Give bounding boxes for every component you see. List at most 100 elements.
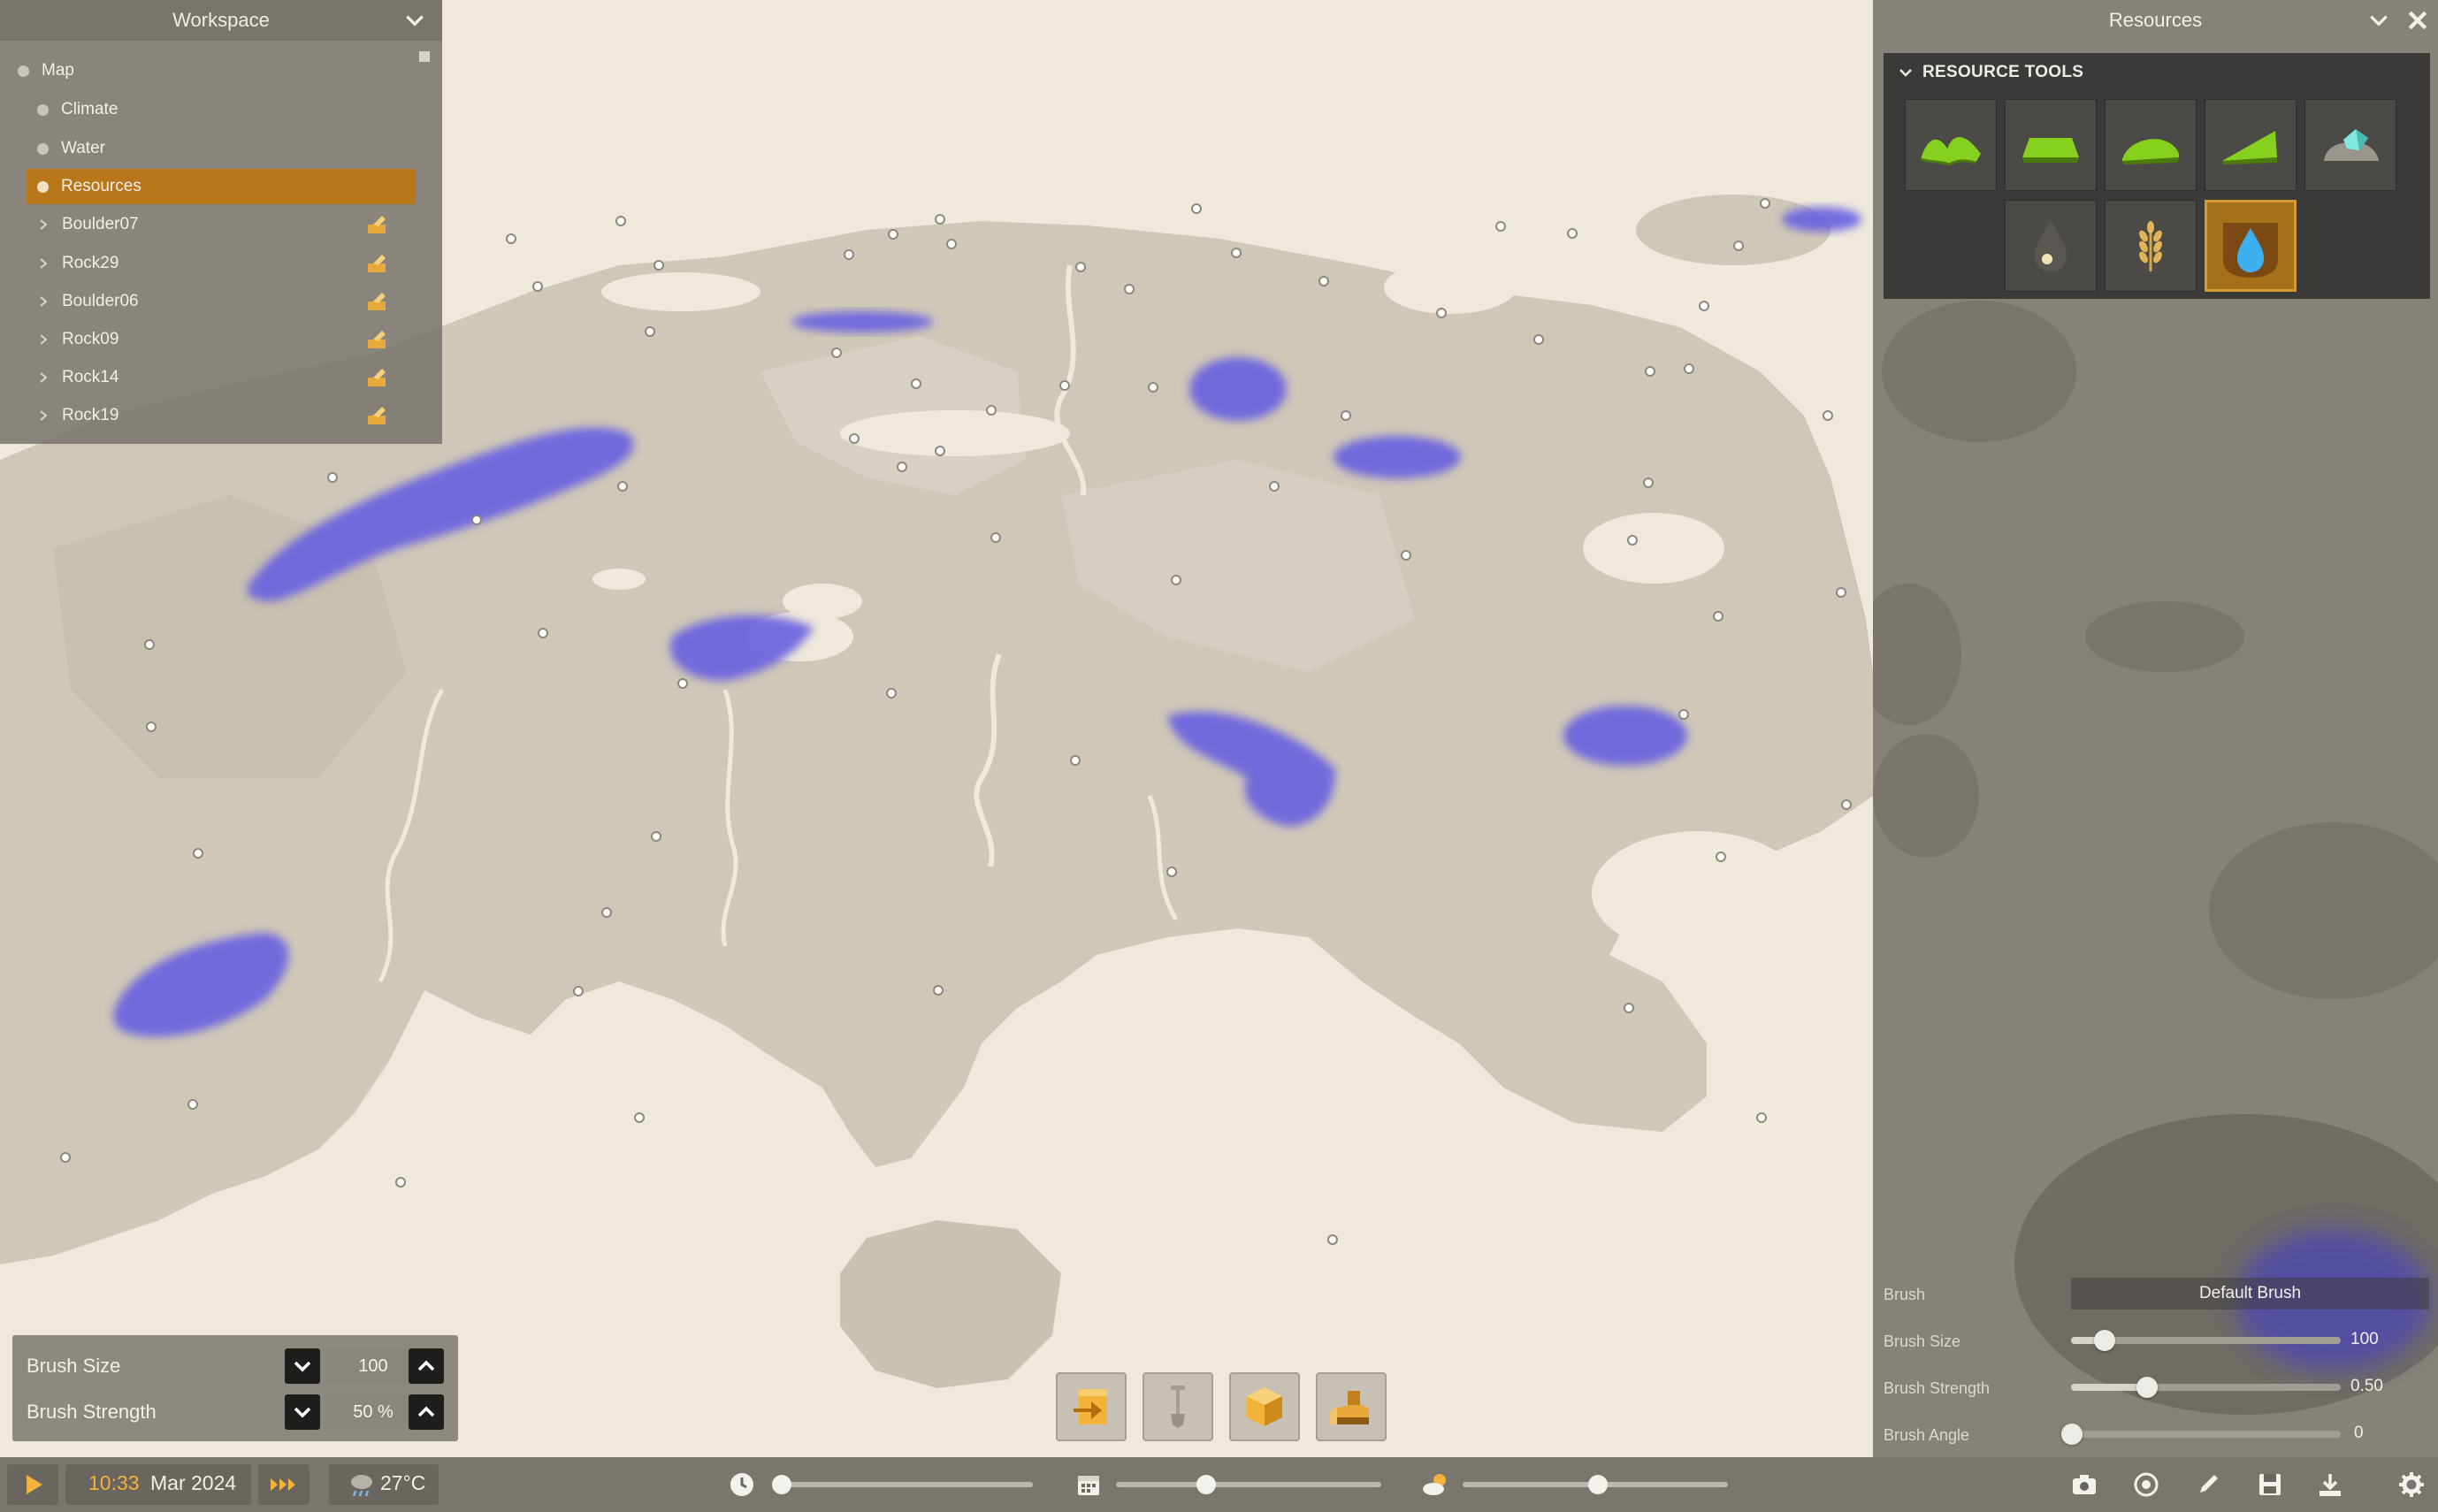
resources-title: Resources (2108, 9, 2203, 31)
brush-size-decrease-button[interactable] (285, 1348, 320, 1384)
tree-item-rock19[interactable]: Rock19 (37, 398, 426, 433)
download-icon[interactable] (2315, 1470, 2345, 1500)
brush-size-knob[interactable] (2093, 1330, 2115, 1351)
date-slider[interactable] (1116, 1475, 1381, 1494)
tree-item-label: Boulder06 (62, 292, 139, 310)
chevron-right-icon[interactable] (37, 257, 50, 270)
brush-size-slider[interactable] (2071, 1330, 2341, 1351)
tool-ore[interactable] (2304, 99, 2396, 191)
chevron-up-icon (417, 1360, 435, 1371)
tool-wheat[interactable] (2105, 200, 2197, 292)
tree-item-water[interactable]: Water (37, 131, 409, 166)
status-bar: 10:33 Mar 2024 27°C (0, 1457, 2438, 1512)
chevron-right-icon[interactable] (37, 333, 50, 346)
play-icon (27, 1475, 42, 1494)
play-button[interactable] (7, 1464, 58, 1505)
brush-size-label: Brush Size (27, 1355, 121, 1377)
tree-item-label: Boulder07 (62, 215, 139, 233)
tree-dot-icon (37, 103, 49, 116)
import-button[interactable] (1056, 1372, 1127, 1441)
chevron-right-icon[interactable] (37, 295, 50, 308)
fast-forward-button[interactable] (258, 1464, 310, 1505)
tree-item-boulder06[interactable]: Boulder06 (37, 284, 426, 319)
rock-tool-icon[interactable] (366, 253, 389, 274)
rock-tool-icon[interactable] (366, 367, 389, 388)
tree-item-label: Climate (61, 100, 118, 118)
chevron-right-icon[interactable] (37, 218, 50, 231)
brush-size-row: Brush Size (27, 1344, 120, 1388)
chevron-down-icon (294, 1407, 311, 1418)
brush-strength-input[interactable]: 50 % (325, 1394, 421, 1430)
chevron-up-icon (417, 1406, 435, 1417)
weather-slider[interactable] (1463, 1475, 1728, 1494)
wheat-icon (2139, 221, 2162, 271)
tool-slope[interactable] (2205, 99, 2297, 191)
workspace-title: Workspace (172, 9, 270, 31)
rock-tool-icon[interactable] (366, 405, 389, 426)
bulldozer-tool-button[interactable] (1316, 1372, 1387, 1441)
brush-angle-value[interactable]: 0 (2354, 1424, 2364, 1443)
brush-strength-value[interactable]: 0.50 (2350, 1377, 2383, 1396)
chevron-down-icon[interactable] (2367, 9, 2390, 32)
brush-angle-knob[interactable] (2061, 1424, 2083, 1445)
tree-item-rock14[interactable]: Rock14 (37, 360, 426, 395)
date-slider-knob[interactable] (1196, 1475, 1216, 1494)
tree-item-resources[interactable]: Resources (27, 169, 416, 204)
chevron-down-icon[interactable] (403, 9, 426, 32)
tree-item-label: Rock29 (62, 254, 119, 272)
brush-strength-slider[interactable] (2071, 1377, 2341, 1398)
time-slider-knob[interactable] (771, 1475, 791, 1494)
close-icon[interactable] (2404, 7, 2431, 34)
bulldozer-icon (1330, 1391, 1369, 1424)
time-slider[interactable] (771, 1475, 1033, 1494)
weather-slider-knob[interactable] (1588, 1475, 1608, 1494)
brush-strength-decrease-button[interactable] (285, 1394, 320, 1430)
mound-terrain-icon (2122, 139, 2179, 164)
brush-settings-box: Brush Size 100 Brush Strength 50 % (12, 1335, 458, 1441)
brush-size-input[interactable]: 100 (325, 1348, 421, 1384)
tree-item-label: Rock14 (62, 368, 119, 386)
brush-angle-label: Brush Angle (1884, 1426, 1970, 1444)
tool-water[interactable] (2205, 200, 2297, 292)
slope-terrain-icon (2222, 131, 2277, 164)
brush-select[interactable]: Default Brush (2071, 1278, 2429, 1310)
chevron-right-icon[interactable] (37, 371, 50, 384)
tree-item-climate[interactable]: Climate (37, 92, 409, 127)
pencil-icon[interactable] (2193, 1470, 2223, 1500)
brush-size-increase-button[interactable] (409, 1348, 444, 1384)
brush-angle-slider[interactable] (2061, 1424, 2341, 1445)
tool-hills[interactable] (1905, 99, 1997, 191)
tool-oil[interactable] (2005, 200, 2097, 292)
brush-label: Brush (1884, 1286, 1926, 1303)
tree-item-rock29[interactable]: Rock29 (37, 246, 426, 281)
tree-item-map[interactable]: Map (18, 53, 407, 88)
hills-terrain-icon (1920, 137, 1981, 166)
ore-rock-icon (2324, 129, 2379, 161)
tool-plateau[interactable] (2005, 99, 2097, 191)
shovel-tool-button[interactable] (1143, 1372, 1213, 1441)
clock-icon (730, 1473, 753, 1496)
tree-item-label: Water (61, 139, 105, 157)
brush-strength-increase-button[interactable] (409, 1394, 444, 1430)
brush-size-value[interactable]: 100 (2350, 1330, 2379, 1349)
chevron-down-icon (1899, 69, 1912, 77)
object-box-button[interactable] (1229, 1372, 1300, 1441)
save-icon[interactable] (2255, 1470, 2285, 1500)
rock-tool-icon[interactable] (366, 214, 389, 235)
gear-icon[interactable] (2396, 1470, 2427, 1500)
workspace-header: Workspace (0, 0, 442, 41)
camera-icon[interactable] (2069, 1470, 2099, 1500)
box-icon (1247, 1387, 1282, 1426)
tree-item-label: Resources (61, 177, 141, 195)
tool-mound[interactable] (2105, 99, 2197, 191)
weather-partly-sunny-icon (1423, 1474, 1446, 1495)
chevron-right-icon[interactable] (37, 409, 50, 422)
panel-resize-handle[interactable] (419, 51, 430, 62)
import-arrow-icon (1074, 1389, 1107, 1424)
tree-item-boulder07[interactable]: Boulder07 (37, 207, 426, 242)
rock-tool-icon[interactable] (366, 329, 389, 350)
tree-item-rock09[interactable]: Rock09 (37, 322, 426, 357)
target-icon[interactable] (2131, 1470, 2161, 1500)
rock-tool-icon[interactable] (366, 291, 389, 312)
resource-tools-header[interactable]: RESOURCE TOOLS (1884, 53, 2430, 92)
